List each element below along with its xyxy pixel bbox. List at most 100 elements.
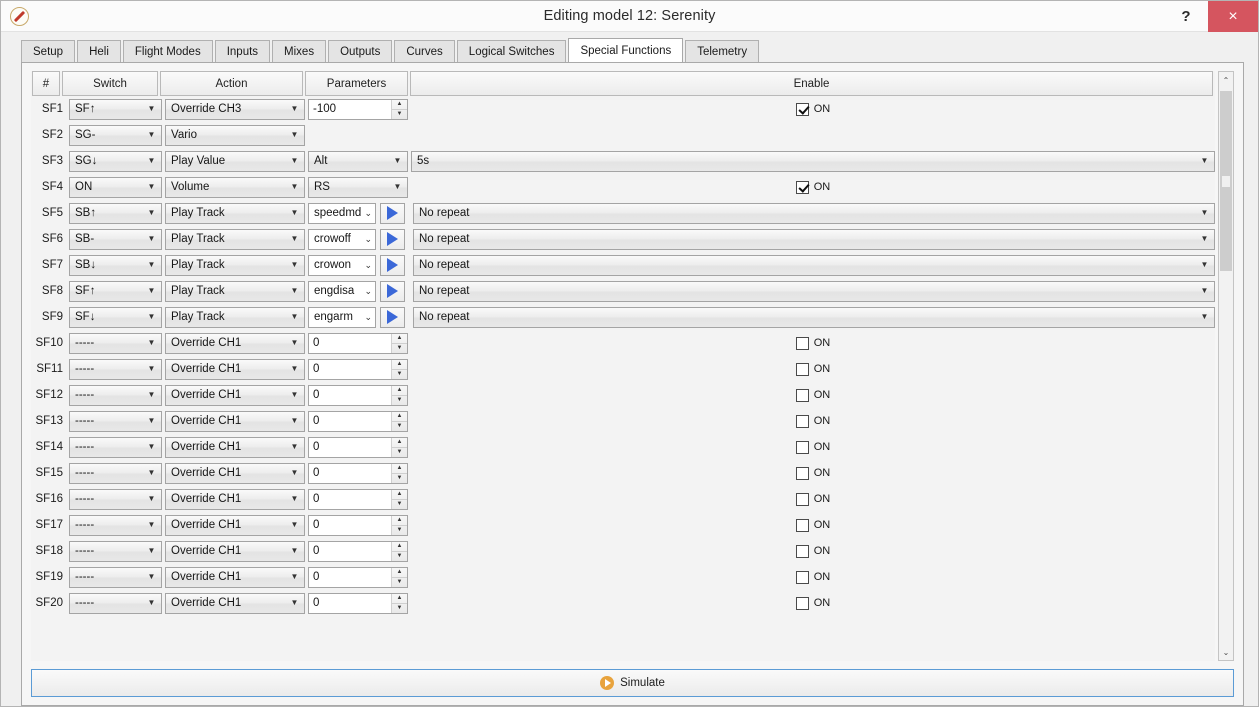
action-select[interactable]: Override CH1 ▼ bbox=[165, 462, 305, 484]
spinner-buttons[interactable]: ▲ ▼ bbox=[391, 515, 407, 535]
parameter-spinbox[interactable]: 0 ▲ ▼ bbox=[308, 332, 408, 354]
switch-select[interactable]: SG- ▼ bbox=[69, 124, 162, 146]
spinner-up-icon[interactable]: ▲ bbox=[392, 360, 407, 370]
switch-select[interactable]: SF↑ ▼ bbox=[69, 280, 162, 302]
parameter-select[interactable]: Alt ▼ bbox=[308, 150, 408, 172]
enable-checkbox[interactable]: ON bbox=[411, 570, 1215, 584]
parameter-value[interactable]: 0 bbox=[309, 438, 391, 457]
checkbox-box-icon[interactable] bbox=[795, 362, 809, 376]
spinner-buttons[interactable]: ▲ ▼ bbox=[391, 541, 407, 561]
parameter-value[interactable]: 0 bbox=[309, 412, 391, 431]
scroll-down-arrow-icon[interactable]: ⌄ bbox=[1219, 644, 1233, 660]
parameter-value[interactable]: -100 bbox=[309, 100, 391, 119]
parameter-value[interactable]: 0 bbox=[309, 464, 391, 483]
tab-flight-modes[interactable]: Flight Modes bbox=[122, 40, 213, 62]
tab-telemetry[interactable]: Telemetry bbox=[685, 40, 760, 62]
switch-select[interactable]: ----- ▼ bbox=[69, 566, 162, 588]
parameter-spinbox[interactable]: 0 ▲ ▼ bbox=[308, 358, 408, 380]
action-select[interactable]: Override CH1 ▼ bbox=[165, 540, 305, 562]
tab-logical-switches[interactable]: Logical Switches bbox=[456, 40, 567, 62]
parameter-value[interactable]: 0 bbox=[309, 568, 391, 587]
spinner-down-icon[interactable]: ▼ bbox=[392, 604, 407, 613]
tab-outputs[interactable]: Outputs bbox=[328, 40, 393, 62]
parameter-spinbox[interactable]: 0 ▲ ▼ bbox=[308, 384, 408, 406]
play-track-button[interactable] bbox=[380, 306, 405, 328]
parameter-spinbox[interactable]: 0 ▲ ▼ bbox=[308, 488, 408, 510]
spinner-up-icon[interactable]: ▲ bbox=[392, 594, 407, 604]
parameter-spinbox[interactable]: 0 ▲ ▼ bbox=[308, 540, 408, 562]
action-select[interactable]: Play Track ▼ bbox=[165, 228, 305, 250]
column-header-action[interactable]: Action bbox=[160, 71, 303, 96]
parameter-value[interactable]: 0 bbox=[309, 490, 391, 509]
enable-checkbox[interactable]: ON bbox=[411, 492, 1215, 506]
vertical-scrollbar[interactable]: ⌃ ⌄ bbox=[1218, 71, 1234, 661]
action-select[interactable]: Override CH1 ▼ bbox=[165, 592, 305, 614]
tab-heli[interactable]: Heli bbox=[77, 40, 121, 62]
spinner-buttons[interactable]: ▲ ▼ bbox=[391, 333, 407, 353]
spinner-buttons[interactable]: ▲ ▼ bbox=[391, 567, 407, 587]
switch-select[interactable]: ----- ▼ bbox=[69, 540, 162, 562]
parameter-select[interactable]: RS ▼ bbox=[308, 176, 408, 198]
checkbox-box-icon[interactable] bbox=[795, 180, 809, 194]
checkbox-box-icon[interactable] bbox=[795, 414, 809, 428]
action-select[interactable]: Play Track ▼ bbox=[165, 254, 305, 276]
close-button[interactable]: × bbox=[1208, 1, 1258, 32]
simulate-button[interactable]: Simulate bbox=[31, 669, 1234, 697]
action-select[interactable]: Play Value ▼ bbox=[165, 150, 305, 172]
track-select[interactable]: engarm ⌄ bbox=[308, 306, 376, 328]
parameter-spinbox[interactable]: 0 ▲ ▼ bbox=[308, 410, 408, 432]
track-select[interactable]: engdisa ⌄ bbox=[308, 280, 376, 302]
tab-inputs[interactable]: Inputs bbox=[214, 40, 271, 62]
spinner-down-icon[interactable]: ▼ bbox=[392, 344, 407, 353]
spinner-buttons[interactable]: ▲ ▼ bbox=[391, 593, 407, 613]
checkbox-box-icon[interactable] bbox=[795, 388, 809, 402]
spinner-down-icon[interactable]: ▼ bbox=[392, 552, 407, 561]
action-select[interactable]: Override CH1 ▼ bbox=[165, 358, 305, 380]
track-select[interactable]: crowoff ⌄ bbox=[308, 228, 376, 250]
enable-checkbox[interactable]: ON bbox=[411, 544, 1215, 558]
enable-checkbox[interactable]: ON bbox=[411, 596, 1215, 610]
switch-select[interactable]: ----- ▼ bbox=[69, 462, 162, 484]
enable-select[interactable]: 5s ▼ bbox=[411, 150, 1215, 172]
action-select[interactable]: Vario ▼ bbox=[165, 124, 305, 146]
switch-select[interactable]: ----- ▼ bbox=[69, 384, 162, 406]
switch-select[interactable]: ----- ▼ bbox=[69, 436, 162, 458]
spinner-up-icon[interactable]: ▲ bbox=[392, 542, 407, 552]
spinner-down-icon[interactable]: ▼ bbox=[392, 500, 407, 509]
enable-checkbox[interactable]: ON bbox=[411, 388, 1215, 402]
scroll-up-arrow-icon[interactable]: ⌃ bbox=[1219, 72, 1233, 88]
spinner-down-icon[interactable]: ▼ bbox=[392, 578, 407, 587]
switch-select[interactable]: ----- ▼ bbox=[69, 592, 162, 614]
checkbox-box-icon[interactable] bbox=[795, 518, 809, 532]
column-header-switch[interactable]: Switch bbox=[62, 71, 158, 96]
enable-checkbox[interactable]: ON bbox=[411, 102, 1215, 116]
spinner-buttons[interactable]: ▲ ▼ bbox=[391, 463, 407, 483]
checkbox-box-icon[interactable] bbox=[795, 440, 809, 454]
spinner-up-icon[interactable]: ▲ bbox=[392, 386, 407, 396]
checkbox-box-icon[interactable] bbox=[795, 102, 809, 116]
spinner-buttons[interactable]: ▲ ▼ bbox=[391, 385, 407, 405]
checkbox-box-icon[interactable] bbox=[795, 336, 809, 350]
scrollbar-thumb[interactable] bbox=[1220, 91, 1232, 271]
tab-mixes[interactable]: Mixes bbox=[272, 40, 327, 62]
parameter-value[interactable]: 0 bbox=[309, 516, 391, 535]
action-select[interactable]: Override CH1 ▼ bbox=[165, 514, 305, 536]
switch-select[interactable]: ----- ▼ bbox=[69, 410, 162, 432]
spinner-up-icon[interactable]: ▲ bbox=[392, 516, 407, 526]
switch-select[interactable]: SF↓ ▼ bbox=[69, 306, 162, 328]
action-select[interactable]: Volume ▼ bbox=[165, 176, 305, 198]
action-select[interactable]: Override CH1 ▼ bbox=[165, 410, 305, 432]
parameter-spinbox[interactable]: 0 ▲ ▼ bbox=[308, 566, 408, 588]
spinner-down-icon[interactable]: ▼ bbox=[392, 422, 407, 431]
checkbox-box-icon[interactable] bbox=[795, 596, 809, 610]
enable-select[interactable]: No repeat ▼ bbox=[413, 280, 1215, 302]
checkbox-box-icon[interactable] bbox=[795, 570, 809, 584]
tab-special-functions[interactable]: Special Functions bbox=[568, 38, 684, 62]
switch-select[interactable]: ----- ▼ bbox=[69, 358, 162, 380]
spinner-up-icon[interactable]: ▲ bbox=[392, 490, 407, 500]
spinner-buttons[interactable]: ▲ ▼ bbox=[391, 489, 407, 509]
parameter-value[interactable]: 0 bbox=[309, 542, 391, 561]
checkbox-box-icon[interactable] bbox=[795, 544, 809, 558]
parameter-value[interactable]: 0 bbox=[309, 360, 391, 379]
switch-select[interactable]: SB↓ ▼ bbox=[69, 254, 162, 276]
